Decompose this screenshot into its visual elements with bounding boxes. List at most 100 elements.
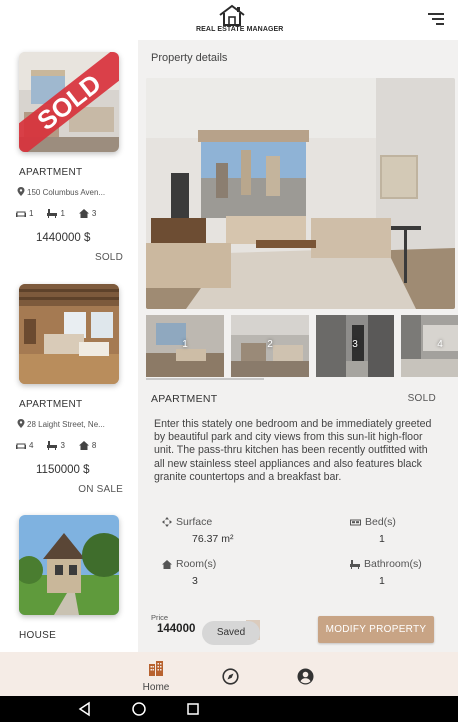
property-description: Enter this stately one bedroom and be im…: [154, 418, 432, 483]
thumbnail-scrollbar[interactable]: [146, 378, 264, 380]
bedrooms-label-text: Bed(s): [365, 516, 396, 528]
thumbnail-strip[interactable]: 1 2 3 4: [146, 315, 458, 377]
building-icon: [149, 661, 163, 676]
filter-menu-button[interactable]: [428, 12, 444, 26]
property-list[interactable]: SOLD APARTMENT 150 Columbus Aven... 1 1 …: [0, 40, 138, 652]
rooms-label: Room(s): [162, 558, 216, 572]
compass-icon: [221, 668, 239, 685]
home-button[interactable]: [130, 700, 148, 718]
surface-label: Surface: [162, 516, 212, 530]
property-detail-panel[interactable]: Property details 1 2 3 4 APARTMENT SOLD …: [138, 40, 458, 652]
location-pin-icon: [17, 187, 25, 196]
card-address-text: 28 Laight Street, Ne...: [27, 420, 105, 429]
recents-button[interactable]: [184, 700, 202, 718]
sofa-icon: [16, 443, 26, 449]
location-pin-icon: [17, 419, 25, 428]
card-address: 150 Columbus Aven...: [17, 187, 105, 197]
bathrooms-count: 1: [47, 209, 65, 218]
surface-label-text: Surface: [176, 516, 213, 528]
rooms-label-text: Room(s): [176, 558, 217, 570]
nav-home-label: Home: [142, 682, 170, 693]
thumbnail-number: 3: [352, 339, 358, 350]
menu-line: [436, 23, 444, 25]
app-logo: REAL ESTATE MANAGER: [196, 4, 284, 36]
home-icon: [78, 209, 89, 218]
card-type: HOUSE: [19, 630, 57, 641]
bedrooms-label: Bed(s): [350, 516, 396, 530]
app-root: REAL ESTATE MANAGER SOLD APARTMENT 150 C…: [0, 0, 458, 722]
bedrooms-count: 8: [78, 441, 97, 450]
property-card[interactable]: APARTMENT 28 Laight Street, Ne... 4 3 8 …: [0, 272, 138, 504]
card-status: ON SALE: [78, 484, 123, 495]
main-photo[interactable]: [146, 78, 455, 309]
logo-text: REAL ESTATE MANAGER: [196, 26, 284, 33]
bedrooms-count: 3: [78, 209, 97, 218]
top-bar: REAL ESTATE MANAGER: [0, 0, 458, 40]
rooms-value: 1: [29, 209, 34, 218]
home-icon: [78, 441, 89, 450]
thumbnail-number: 1: [182, 339, 188, 350]
card-address: 28 Laight Street, Ne...: [17, 419, 105, 429]
thumbnail-number: 4: [437, 339, 443, 350]
menu-line: [428, 13, 444, 15]
menu-line: [432, 18, 444, 20]
bedrooms-value: 8: [91, 441, 97, 450]
price-value: 144000: [157, 623, 196, 635]
recents-square-icon: [187, 703, 199, 715]
surface-arrows-icon: [162, 517, 172, 527]
card-address-text: 150 Columbus Aven...: [27, 188, 106, 197]
sofa-icon: [16, 211, 26, 217]
bathrooms-value: 3: [60, 441, 65, 450]
price-label: Price: [151, 613, 169, 622]
house-logo-icon: [219, 4, 245, 26]
bathrooms-value: 1: [379, 575, 385, 587]
card-features: 4 3 8: [16, 441, 110, 450]
bedrooms-value: 3: [91, 209, 97, 218]
account-icon: [297, 668, 313, 685]
card-features: 1 1 3: [16, 209, 110, 218]
surface-value: 76.37 m²: [192, 533, 234, 545]
property-card[interactable]: SOLD APARTMENT 150 Columbus Aven... 1 1 …: [0, 40, 138, 270]
bathrooms-value: 1: [60, 209, 65, 218]
card-price: 1440000 $: [36, 232, 91, 244]
rooms-count: 4: [16, 441, 33, 450]
saved-toast: Saved: [202, 621, 260, 645]
property-status: SOLD: [407, 393, 436, 404]
bathrooms-label-text: Bathroom(s): [364, 558, 422, 570]
bathrooms-count: 3: [47, 441, 65, 450]
property-photo: [19, 284, 119, 384]
bedrooms-value: 1: [379, 533, 385, 545]
card-type: APARTMENT: [19, 399, 83, 410]
nav-account[interactable]: [275, 656, 335, 692]
back-triangle-icon: [78, 701, 90, 717]
system-navigation-bar: [0, 696, 458, 722]
card-status: SOLD: [94, 252, 123, 263]
thumbnail[interactable]: 1: [146, 315, 224, 377]
card-price: 1150000 $: [36, 464, 90, 476]
thumbnail[interactable]: 4: [401, 315, 458, 377]
thumbnail[interactable]: 3: [316, 315, 394, 377]
property-photo: [19, 515, 119, 615]
bathtub-icon: [47, 209, 58, 218]
back-button[interactable]: [76, 700, 94, 718]
nav-map[interactable]: [200, 656, 260, 692]
property-photo: SOLD: [19, 52, 119, 152]
bottom-navigation: Home: [0, 652, 458, 696]
bathrooms-label: Bathroom(s): [350, 558, 422, 572]
thumbnail-number: 2: [267, 339, 273, 350]
home-icon: [162, 559, 172, 569]
rooms-count: 1: [16, 209, 33, 218]
card-type: APARTMENT: [19, 167, 83, 178]
home-circle-icon: [132, 702, 146, 716]
rooms-value: 4: [29, 441, 34, 450]
property-card[interactable]: HOUSE: [0, 503, 138, 652]
bathtub-icon: [47, 441, 58, 450]
nav-home[interactable]: Home: [126, 656, 186, 693]
modify-property-button[interactable]: MODIFY PROPERTY: [318, 616, 434, 643]
property-type: APARTMENT: [151, 393, 218, 405]
rooms-value: 3: [192, 575, 198, 587]
page-title: Property details: [151, 52, 228, 64]
thumbnail[interactable]: 2: [231, 315, 309, 377]
bed-icon: [350, 519, 361, 525]
bathtub-icon: [350, 559, 360, 569]
